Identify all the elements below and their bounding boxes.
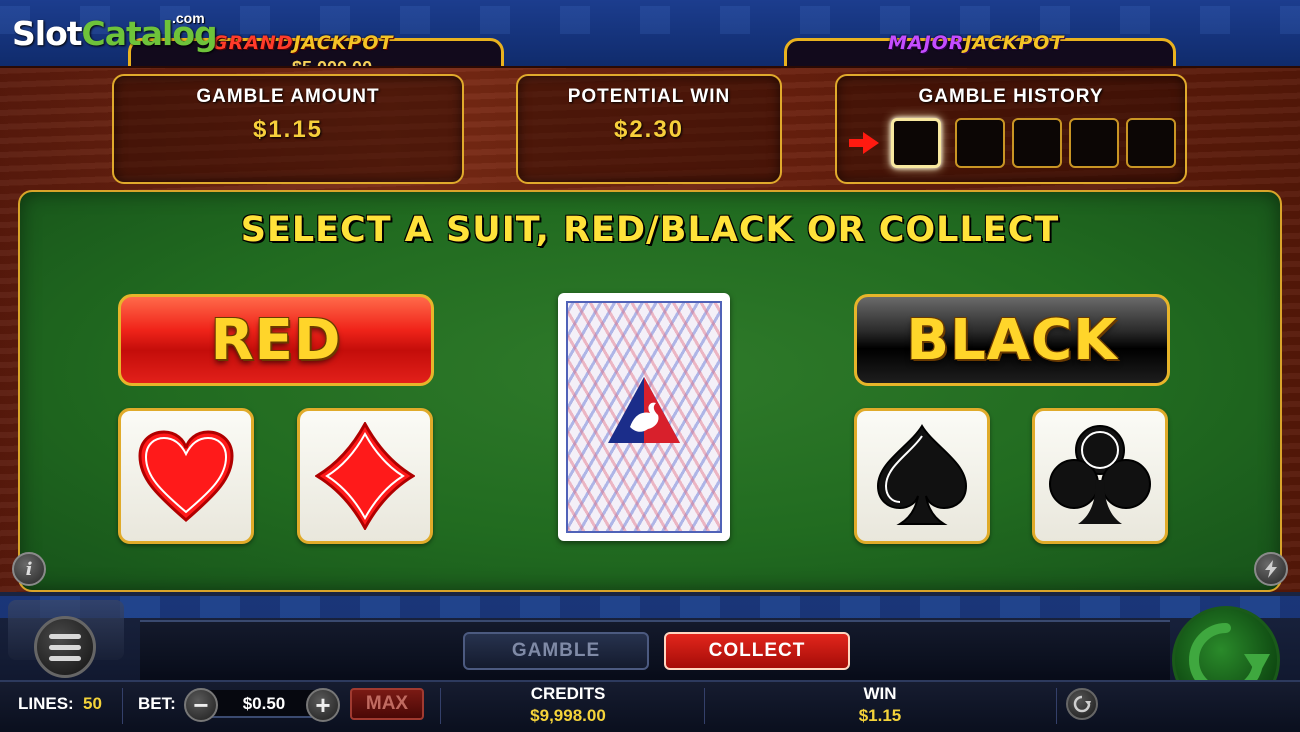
gamble-history-panel: GAMBLE HISTORY	[835, 74, 1187, 184]
info-button[interactable]: i	[12, 552, 46, 586]
potential-win-label: POTENTIAL WIN	[567, 86, 731, 107]
history-arrow-icon	[849, 132, 879, 154]
spade-icon	[876, 424, 968, 525]
black-button-label: BLACK	[906, 307, 1118, 373]
credits-value: $9,998.00	[530, 706, 606, 725]
bet-increase-button[interactable]: +	[306, 688, 340, 722]
red-button[interactable]: RED	[118, 294, 434, 386]
red-button-label: RED	[210, 307, 342, 373]
bet-label: BET:	[138, 694, 176, 713]
gamble-amount-panel: GAMBLE AMOUNT $1.15	[112, 74, 464, 184]
history-slot	[1012, 118, 1062, 168]
potential-win-value: $2.30	[613, 116, 685, 143]
menu-button[interactable]	[34, 616, 96, 678]
gamble-amount-label: GAMBLE AMOUNT	[196, 86, 380, 107]
diamond-suit-button[interactable]	[297, 408, 433, 544]
bet-value: $0.50	[208, 690, 320, 718]
gamble-prompt: SELECT A SUIT, RED/BLACK OR COLLECT	[240, 210, 1060, 250]
watermark-part1: Slot	[12, 14, 83, 53]
history-slot	[1126, 118, 1176, 168]
lines-label: LINES:	[18, 694, 74, 713]
autoplay-button[interactable]	[1066, 688, 1098, 720]
history-slot	[891, 118, 941, 168]
club-suit-button[interactable]	[1032, 408, 1168, 544]
divider	[704, 688, 705, 724]
minus-icon: −	[193, 690, 209, 720]
divider	[1056, 688, 1057, 724]
credits-label: CREDITS	[530, 684, 606, 703]
credits-display: CREDITS $9,998.00	[508, 684, 628, 726]
jackpot-word: JACKPOT	[293, 32, 394, 54]
jackpot-word: JACKPOT	[964, 32, 1065, 54]
max-bet-button[interactable]: MAX	[350, 688, 424, 720]
grand-jackpot-title: GRANDJACKPOT	[212, 32, 394, 54]
club-icon	[1049, 425, 1151, 524]
major-jackpot-title: MAJORJACKPOT	[888, 32, 1064, 54]
gamble-button[interactable]: GAMBLE	[463, 632, 649, 670]
console-pattern	[0, 596, 1300, 618]
major-word: MAJOR	[888, 32, 965, 54]
spade-suit-button[interactable]	[854, 408, 990, 544]
lines-value: 50	[83, 694, 102, 713]
bet-decrease-button[interactable]: −	[184, 688, 218, 722]
console-panel	[140, 620, 1170, 682]
dragon-emblem-icon	[608, 377, 680, 443]
info-icon: i	[25, 558, 33, 580]
refresh-icon	[1073, 695, 1091, 713]
menu-icon-line	[49, 644, 81, 650]
win-label: WIN	[863, 684, 897, 703]
plus-icon: +	[315, 690, 331, 720]
divider	[122, 688, 123, 724]
win-display: WIN $1.15	[830, 684, 930, 726]
black-button[interactable]: BLACK	[854, 294, 1170, 386]
heart-suit-button[interactable]	[118, 408, 254, 544]
diamond-icon	[315, 422, 415, 530]
menu-icon-line	[49, 655, 81, 661]
divider	[440, 688, 441, 724]
lightning-icon	[1265, 560, 1277, 578]
menu-icon-line	[49, 633, 81, 639]
turbo-button[interactable]	[1254, 552, 1288, 586]
watermark-suffix: .com	[172, 10, 205, 26]
heart-icon	[138, 430, 234, 522]
face-down-card	[558, 293, 730, 541]
potential-win-panel: POTENTIAL WIN $2.30	[516, 74, 782, 184]
gamble-amount-value: $1.15	[252, 116, 324, 143]
win-value: $1.15	[858, 706, 902, 725]
history-slot	[955, 118, 1005, 168]
collect-button[interactable]: COLLECT	[664, 632, 850, 670]
gamble-history-label: GAMBLE HISTORY	[918, 86, 1104, 107]
history-slot	[1069, 118, 1119, 168]
grand-word: GRAND	[212, 32, 294, 54]
